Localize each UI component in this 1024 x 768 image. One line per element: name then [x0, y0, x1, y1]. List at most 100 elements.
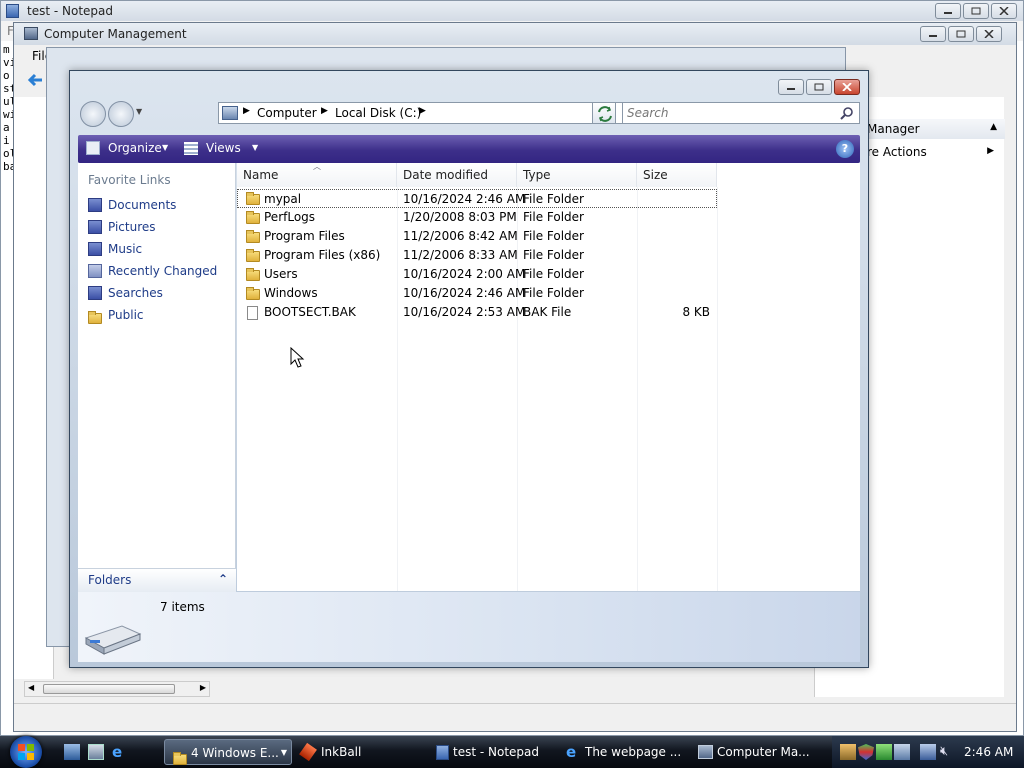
taskbar-item-label: test - Notepad — [453, 745, 539, 759]
recent-icon — [88, 264, 102, 278]
column-header-name[interactable]: Name ︿ — [237, 162, 397, 187]
column-header-size[interactable]: Size — [637, 163, 717, 187]
taskbar-item-label: InkBall — [321, 745, 362, 759]
column-header-date[interactable]: Date modified — [397, 163, 517, 187]
file-name: Users — [264, 267, 298, 281]
safely-remove-icon[interactable] — [894, 744, 910, 760]
inkball-icon — [299, 742, 317, 762]
notepad-titlebar[interactable]: test - Notepad — [1, 1, 1023, 21]
notepad-close-button[interactable] — [991, 3, 1017, 19]
breadcrumb-separator-icon[interactable]: ▶ — [321, 106, 328, 116]
file-date: 10/16/2024 2:46 AM — [403, 286, 526, 300]
back-button[interactable] — [80, 101, 106, 127]
file-name: BOOTSECT.BAK — [264, 305, 356, 319]
security-shield-icon[interactable] — [858, 744, 874, 760]
cm-maximize-button[interactable] — [948, 26, 974, 42]
taskbar-item-windows-explorer[interactable]: 4 Windows E... ▼ — [164, 739, 292, 765]
clock[interactable]: 2:46 AM — [964, 745, 1013, 759]
nav-link-label: Pictures — [108, 220, 156, 234]
taskbar-item-computer-management[interactable]: Computer Ma... — [692, 739, 820, 765]
notepad-icon — [436, 745, 449, 760]
views-dropdown-icon: ▼ — [252, 143, 259, 152]
file-type: File Folder — [523, 210, 584, 224]
collapse-up-icon[interactable]: ▲ — [990, 122, 997, 132]
navigation-pane: Favorite Links Documents Pictures Music … — [78, 163, 236, 593]
cm-more-actions[interactable]: re Actions — [867, 145, 927, 159]
explorer-maximize-button[interactable] — [806, 79, 832, 95]
explorer-window[interactable]: ▼ ▶ Computer ▶ Local Disk (C:) ▶ ▼ Searc… — [69, 70, 869, 668]
scroll-left-icon[interactable]: ◀ — [28, 683, 34, 692]
nav-link-label: Documents — [108, 198, 177, 212]
taskbar-item-notepad[interactable]: test - Notepad — [428, 739, 556, 765]
file-name: Program Files (x86) — [264, 248, 381, 262]
taskbar: e 4 Windows E... ▼ InkBall test - Notepa… — [0, 736, 1024, 768]
refresh-button[interactable] — [592, 102, 616, 124]
file-row[interactable]: Program Files (x86) 11/2/2006 8:33 AM Fi… — [237, 246, 717, 265]
folders-toggle[interactable]: Folders ⌃ — [78, 568, 236, 592]
file-name: mypal — [264, 192, 302, 206]
updates-icon[interactable] — [876, 744, 892, 760]
breadcrumb-separator-icon[interactable]: ▶ — [243, 106, 250, 116]
organize-button[interactable]: Organize ▼ — [84, 140, 170, 158]
column-header-label: Date modified — [403, 168, 489, 182]
taskbar-item-inkball[interactable]: InkBall — [296, 739, 424, 765]
file-list[interactable]: Name ︿ Date modified Type Size mypal 10/1… — [237, 162, 860, 591]
file-name: Windows — [264, 286, 318, 300]
file-row[interactable]: Users 10/16/2024 2:00 AM File Folder — [237, 265, 717, 284]
start-button[interactable] — [10, 736, 42, 768]
breadcrumb-separator-icon[interactable]: ▶ — [419, 106, 426, 116]
network-icon[interactable] — [920, 744, 936, 760]
cm-titlebar[interactable]: Computer Management — [14, 23, 1016, 45]
scrollbar-thumb[interactable] — [43, 684, 175, 694]
chevron-right-icon[interactable]: ▶ — [987, 146, 994, 156]
cm-minimize-button[interactable] — [920, 26, 946, 42]
file-name: Program Files — [264, 229, 345, 243]
nav-link-public[interactable]: Public — [88, 305, 228, 325]
nav-link-recently-changed[interactable]: Recently Changed — [88, 261, 228, 281]
file-row[interactable]: Windows 10/16/2024 2:46 AM File Folder — [237, 284, 717, 303]
explorer-close-button[interactable] — [834, 79, 860, 95]
breadcrumb-computer[interactable]: Computer — [257, 106, 317, 120]
volume-icon[interactable]: 🔇︎ — [940, 744, 956, 760]
show-desktop-icon[interactable] — [64, 744, 80, 760]
help-icon[interactable]: ? — [836, 140, 854, 158]
scroll-right-icon[interactable]: ▶ — [200, 683, 206, 692]
nav-link-searches[interactable]: Searches — [88, 283, 228, 303]
file-row[interactable]: BOOTSECT.BAK 10/16/2024 2:53 AM BAK File… — [237, 303, 717, 322]
user-accounts-icon[interactable] — [840, 744, 856, 760]
file-row[interactable]: Program Files 11/2/2006 8:42 AM File Fol… — [237, 227, 717, 246]
nav-link-music[interactable]: Music — [88, 239, 228, 259]
file-date: 11/2/2006 8:42 AM — [403, 229, 518, 243]
notepad-app-icon — [6, 4, 19, 18]
forward-button[interactable] — [108, 101, 134, 127]
search-icon[interactable] — [840, 106, 854, 120]
search-input[interactable]: Search — [622, 102, 860, 124]
file-row[interactable]: mypal 10/16/2024 2:46 AM File Folder — [237, 189, 717, 208]
system-tray: 🔇︎ 2:46 AM — [832, 736, 1024, 768]
back-arrow-icon[interactable] — [26, 71, 44, 89]
notepad-maximize-button[interactable] — [963, 3, 989, 19]
views-button[interactable]: Views ▼ — [182, 140, 262, 158]
explorer-minimize-button[interactable] — [778, 79, 804, 95]
column-header-type[interactable]: Type — [517, 163, 637, 187]
taskbar-item-webpage[interactable]: e The webpage ... — [560, 739, 688, 765]
views-label: Views — [206, 141, 241, 155]
column-header-label: Name — [243, 168, 279, 182]
file-row[interactable]: PerfLogs 1/20/2008 8:03 PM File Folder — [237, 208, 717, 227]
notepad-minimize-button[interactable] — [935, 3, 961, 19]
nav-link-documents[interactable]: Documents — [88, 195, 228, 215]
nav-link-label: Public — [108, 308, 144, 322]
breadcrumb-local-disk[interactable]: Local Disk (C:) — [335, 106, 421, 120]
nav-link-pictures[interactable]: Pictures — [88, 217, 228, 237]
folders-label: Folders — [88, 573, 132, 587]
switch-windows-icon[interactable] — [88, 744, 104, 760]
cm-horizontal-scrollbar[interactable]: ◀ ▶ — [24, 681, 210, 697]
recent-pages-chevron-icon[interactable]: ▼ — [136, 107, 142, 116]
cm-close-button[interactable] — [976, 26, 1002, 42]
folder-icon — [246, 230, 260, 243]
folder-icon — [246, 192, 260, 205]
ie-icon: e — [566, 743, 577, 761]
folder-icon — [246, 287, 260, 300]
cm-statusbar — [14, 703, 1016, 725]
ie-icon[interactable]: e — [112, 744, 128, 760]
